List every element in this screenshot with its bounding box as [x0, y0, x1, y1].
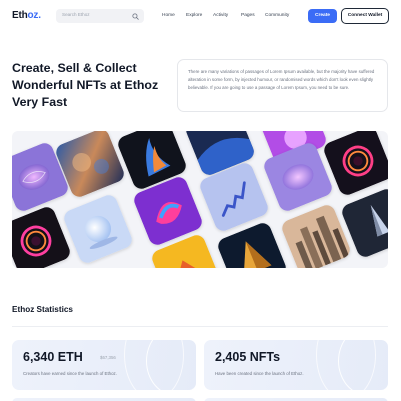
nft-card-neon-ring[interactable]	[12, 204, 73, 268]
connect-wallet-button[interactable]: Connect Wallet	[341, 8, 389, 24]
search-placeholder: Search Ethoz	[62, 12, 90, 17]
brand-logo[interactable]: Ethoz.	[12, 10, 41, 21]
create-button[interactable]: Create	[308, 9, 337, 23]
stat-description: Have been created since the launch of Et…	[215, 371, 304, 376]
hero-description-card: There are many variations of passages of…	[177, 59, 388, 112]
brand-name-accent: oz.	[27, 10, 42, 21]
card-decoration	[146, 340, 196, 390]
stat-card-eth: 6,340 ETH $67,356 Creators have earned s…	[12, 340, 196, 390]
nav-community[interactable]: Community	[265, 13, 289, 18]
hero-description: There are many variations of passages of…	[188, 69, 375, 90]
nav-home[interactable]: Home	[162, 13, 175, 18]
stat-value: 6,340 ETH	[23, 350, 83, 364]
stat-card-nfts: 2,405 NFTs Have been created since the l…	[204, 340, 388, 390]
nft-card-pastel-sphere[interactable]	[61, 192, 135, 266]
top-navbar: Ethoz. Search Ethoz Home Explore Activit…	[0, 0, 401, 32]
nav-pages[interactable]: Pages	[241, 13, 255, 18]
stats-divider	[12, 326, 388, 327]
nav-activity[interactable]: Activity	[213, 13, 228, 18]
card-decoration	[338, 340, 388, 390]
brand-name: Eth	[12, 10, 28, 21]
nav-explore[interactable]: Explore	[186, 13, 202, 18]
search-input[interactable]: Search Ethoz	[56, 9, 144, 23]
stat-description: Creators have earned since the launch of…	[23, 371, 117, 376]
nft-gallery	[12, 131, 388, 268]
hero-title: Create, Sell & Collect Wonderful NFTs at…	[12, 61, 159, 109]
stat-value: 2,405 NFTs	[215, 350, 281, 364]
search-icon	[132, 12, 139, 20]
stat-subvalue: $67,356	[100, 355, 116, 360]
stats-title: Ethoz Statistics	[12, 305, 73, 314]
